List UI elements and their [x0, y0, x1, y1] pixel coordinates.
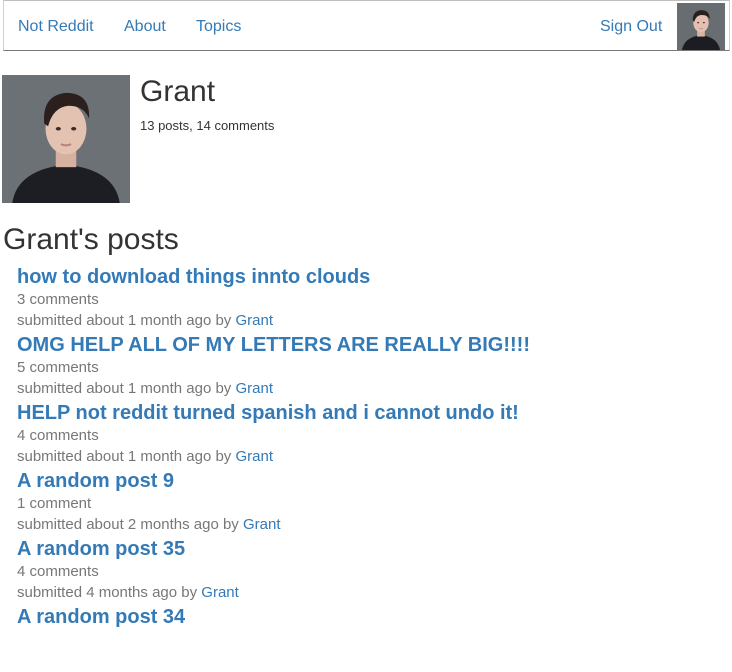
post-item: HELP not reddit turned spanish and i can…	[17, 400, 717, 468]
post-comments-count: 3 comments	[17, 291, 99, 308]
post-title-link[interactable]: OMG HELP ALL OF MY LETTERS ARE REALLY BI…	[17, 332, 530, 358]
post-item: A random post 35 4 comments submitted 4 …	[17, 536, 717, 604]
post-author-link[interactable]: Grant	[243, 516, 281, 533]
post-item: A random post 34	[17, 604, 717, 672]
post-meta: submitted 4 months ago by Grant	[17, 584, 239, 602]
post-submitted-text: submitted about 1 month ago by	[17, 312, 232, 329]
post-comments-count: 4 comments	[17, 563, 99, 580]
nav-brand-link[interactable]: Not Reddit	[18, 17, 94, 37]
post-comments-count: 1 comment	[17, 495, 92, 512]
post-title-link[interactable]: A random post 9	[17, 468, 174, 494]
post-meta: submitted about 1 month ago by Grant	[17, 448, 273, 466]
profile-portrait-image	[2, 75, 130, 203]
user-avatar[interactable]	[677, 3, 725, 50]
avatar-portrait-image	[677, 3, 725, 50]
post-meta: submitted about 1 month ago by Grant	[17, 312, 273, 330]
post-item: OMG HELP ALL OF MY LETTERS ARE REALLY BI…	[17, 332, 717, 400]
post-title-link[interactable]: how to download things innto clouds	[17, 264, 370, 290]
nav-topics-link[interactable]: Topics	[196, 17, 241, 37]
post-author-link[interactable]: Grant	[235, 380, 273, 397]
post-item: A random post 9 1 comment submitted abou…	[17, 468, 717, 536]
post-submitted-text: submitted about 1 month ago by	[17, 380, 232, 397]
post-author-link[interactable]: Grant	[235, 448, 273, 465]
nav-about-link[interactable]: About	[124, 17, 166, 37]
profile-photo	[2, 75, 130, 203]
post-submitted-text: submitted 4 months ago by	[17, 584, 198, 601]
post-title-link[interactable]: A random post 35	[17, 536, 185, 562]
post-meta: submitted about 2 months ago by Grant	[17, 516, 281, 534]
navbar: Not Reddit About Topics Sign Out	[3, 0, 730, 51]
post-submitted-text: submitted about 1 month ago by	[17, 448, 232, 465]
post-list: how to download things innto clouds 3 co…	[17, 264, 717, 672]
posts-heading: Grant's posts	[3, 223, 179, 256]
post-item: how to download things innto clouds 3 co…	[17, 264, 717, 332]
post-comments-count: 4 comments	[17, 427, 99, 444]
post-submitted-text: submitted about 2 months ago by	[17, 516, 239, 533]
post-title-link[interactable]: HELP not reddit turned spanish and i can…	[17, 400, 519, 426]
post-meta: submitted about 1 month ago by Grant	[17, 380, 273, 398]
post-author-link[interactable]: Grant	[201, 584, 239, 601]
profile-name: Grant	[140, 75, 216, 108]
post-comments-count: 5 comments	[17, 359, 99, 376]
sign-out-link[interactable]: Sign Out	[600, 17, 662, 37]
post-author-link[interactable]: Grant	[235, 312, 273, 329]
post-title-link[interactable]: A random post 34	[17, 604, 185, 630]
profile-stats: 13 posts, 14 comments	[140, 118, 275, 133]
